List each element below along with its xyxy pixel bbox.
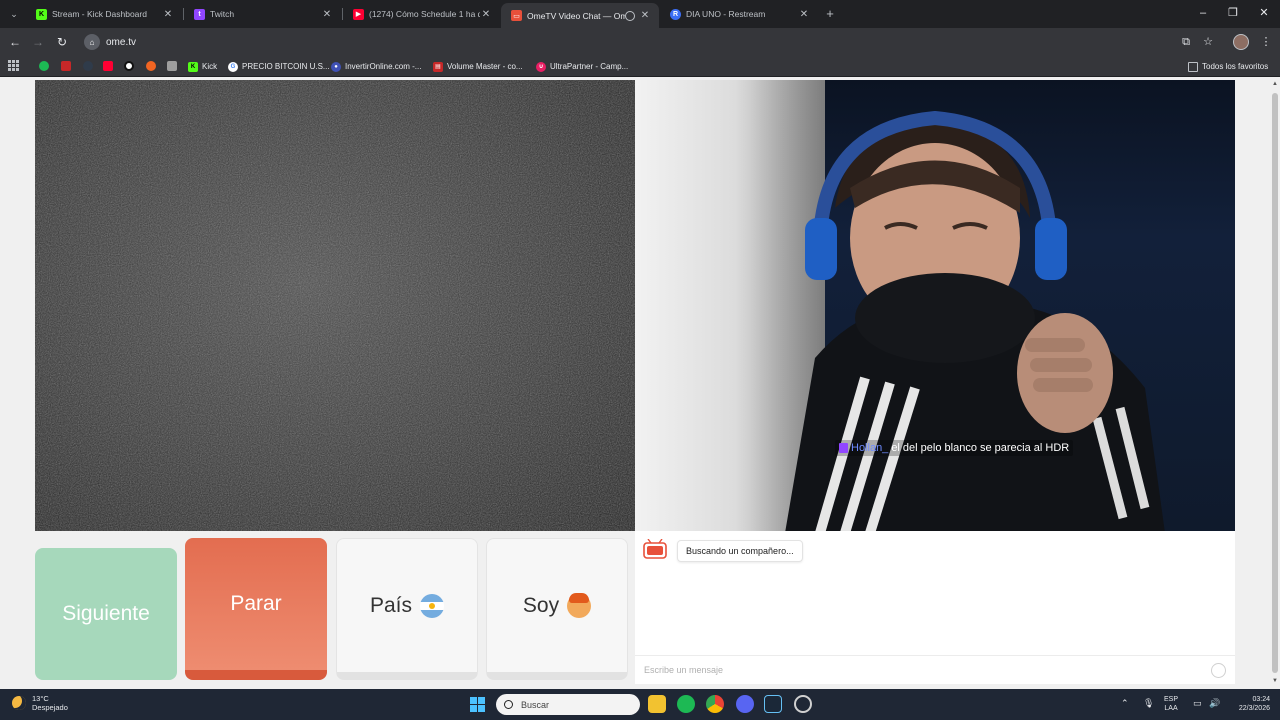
self-camera-video: Hollan_ el del pelo blanco se parecia al…: [635, 80, 1235, 531]
threads-bookmark-icon[interactable]: [124, 61, 134, 71]
ometv-logo-icon: [643, 539, 667, 559]
bookmark-star-icon[interactable]: ☆: [1200, 34, 1216, 50]
google-icon: G: [228, 61, 238, 72]
tab-strip: ⌄ K Stream - Kick Dashboard ✕ t Twitch ✕…: [0, 0, 1280, 28]
browser-toolbar: ← → ↻ ⌂ ome.tv ⧉ ☆ ⋮: [0, 28, 1280, 56]
twitch-icon: t: [194, 8, 205, 20]
tab-ometv[interactable]: ▭ OmeTV Video Chat — Ome ✕: [501, 3, 659, 28]
weather-widget[interactable]: 13°C Despejado: [12, 694, 68, 712]
app-icon[interactable]: [794, 695, 812, 713]
bookmark-precio-bitcoin[interactable]: G PRECIO BITCOIN U.S...: [228, 59, 330, 74]
scroll-thumb[interactable]: [1272, 93, 1278, 673]
apps-grid-icon[interactable]: [8, 60, 19, 71]
close-icon[interactable]: ✕: [321, 9, 333, 20]
boy-emoji-icon: [567, 592, 592, 618]
tab-restream[interactable]: R DIA UNO - Restream ✕: [660, 3, 818, 25]
restore-button[interactable]: ❐: [1218, 4, 1248, 22]
menu-kebab-icon[interactable]: ⋮: [1258, 34, 1274, 50]
ometv-page: Hollan_ el del pelo blanco se parecia al…: [0, 77, 1280, 689]
next-button[interactable]: Siguiente: [35, 548, 177, 680]
scroll-down-arrow-icon[interactable]: ▼: [1271, 677, 1279, 685]
file-explorer-icon[interactable]: [648, 695, 666, 713]
gender-button[interactable]: Soy: [486, 538, 628, 680]
invertironline-icon: ●: [331, 61, 341, 72]
spotify-bookmark-icon[interactable]: [39, 61, 49, 71]
bookmark-ultrapartner[interactable]: ∪ UltraPartner - Camp...: [536, 59, 628, 74]
show-hidden-icons[interactable]: ⌃: [1121, 698, 1129, 709]
kick-icon: K: [188, 61, 198, 72]
search-icon: [504, 700, 513, 709]
chat-panel: Buscando un compañero...: [635, 531, 1235, 684]
windows-taskbar: 13°C Despejado Buscar ⌃ 🎙 ESP LAA ▭ 🔊 03…: [0, 689, 1280, 720]
discord-icon[interactable]: [736, 695, 754, 713]
kick-icon: K: [36, 8, 47, 20]
youtube-bookmark-icon[interactable]: [103, 61, 113, 71]
moon-icon: [12, 696, 26, 710]
page-scrollbar[interactable]: ▲ ▼: [1270, 77, 1280, 689]
folder-icon: [1188, 61, 1198, 72]
microphone-icon[interactable]: 🎙: [1143, 698, 1154, 709]
streamer-figure: [785, 110, 1165, 531]
scroll-up-arrow-icon[interactable]: ▲: [1271, 80, 1279, 88]
gray-bookmark-icon[interactable]: [167, 61, 177, 71]
forward-button[interactable]: →: [30, 34, 46, 50]
tab-kick-dashboard[interactable]: K Stream - Kick Dashboard ✕: [26, 3, 182, 25]
tab-search-button[interactable]: ⌄: [6, 6, 22, 22]
site-info-icon[interactable]: ⌂: [84, 34, 100, 50]
close-icon[interactable]: ✕: [162, 9, 174, 20]
close-icon[interactable]: ✕: [480, 9, 492, 20]
orange-bookmark-icon[interactable]: [146, 61, 156, 71]
dark-bookmark-icon[interactable]: [83, 61, 93, 71]
chat-status-message: Buscando un compañero...: [677, 540, 803, 562]
address-bar[interactable]: ⌂ ome.tv: [80, 32, 1200, 52]
youtube-icon: ▶: [353, 8, 364, 20]
volume-icon[interactable]: 🔊: [1209, 698, 1220, 709]
close-icon[interactable]: ✕: [639, 10, 651, 21]
ometv-icon: ▭: [511, 10, 522, 21]
system-clock[interactable]: 03:24 22/3/2026: [1228, 695, 1270, 713]
chrome-icon[interactable]: [706, 695, 724, 713]
spotify-icon[interactable]: [677, 695, 695, 713]
reload-button[interactable]: ↻: [54, 34, 70, 50]
minimize-button[interactable]: –: [1188, 4, 1218, 22]
steam-icon[interactable]: [764, 695, 782, 713]
cast-icon[interactable]: ⧉: [1178, 34, 1194, 50]
volume-master-icon: ▤: [433, 61, 443, 72]
static-noise: [35, 80, 635, 531]
close-icon[interactable]: ✕: [798, 9, 810, 20]
twitch-icon: [839, 443, 848, 453]
ultrapartner-icon: ∪: [536, 61, 546, 72]
bookmark-volume-master[interactable]: ▤ Volume Master - co...: [433, 59, 523, 74]
stranger-video: [35, 80, 635, 531]
red-bookmark-icon[interactable]: [61, 61, 71, 71]
emoji-icon[interactable]: [1211, 663, 1226, 678]
stop-button[interactable]: Parar: [185, 538, 327, 680]
chat-input-bar: [635, 655, 1235, 684]
profile-avatar[interactable]: [1233, 34, 1249, 50]
all-bookmarks-folder[interactable]: Todos los favoritos: [1188, 59, 1268, 74]
bookmarks-bar: K Kick G PRECIO BITCOIN U.S... ● Inverti…: [0, 56, 1280, 77]
audio-playing-icon[interactable]: [625, 10, 635, 21]
input-language[interactable]: ESP LAA: [1164, 695, 1178, 713]
country-filter-button[interactable]: País: [336, 538, 478, 680]
tab-youtube[interactable]: ▶ (1274) Cómo Schedule 1 ha de ✕: [343, 3, 500, 25]
restream-icon: R: [670, 8, 681, 20]
tab-twitch[interactable]: t Twitch ✕: [184, 3, 341, 25]
bookmark-invertironline[interactable]: ● InvertirOnline.com -...: [331, 59, 421, 74]
taskbar-search[interactable]: Buscar: [496, 694, 640, 715]
new-tab-button[interactable]: +: [822, 6, 838, 22]
chat-overlay-caption: Hollan_ el del pelo blanco se parecia al…: [835, 440, 1074, 456]
close-window-button[interactable]: ✕: [1249, 4, 1279, 22]
back-button[interactable]: ←: [7, 34, 23, 50]
argentina-flag-icon: [420, 593, 445, 618]
bookmark-kick[interactable]: K Kick: [188, 59, 217, 74]
start-button[interactable]: [470, 697, 485, 712]
chat-message-input[interactable]: [644, 665, 1184, 675]
network-icon[interactable]: ▭: [1193, 698, 1202, 709]
